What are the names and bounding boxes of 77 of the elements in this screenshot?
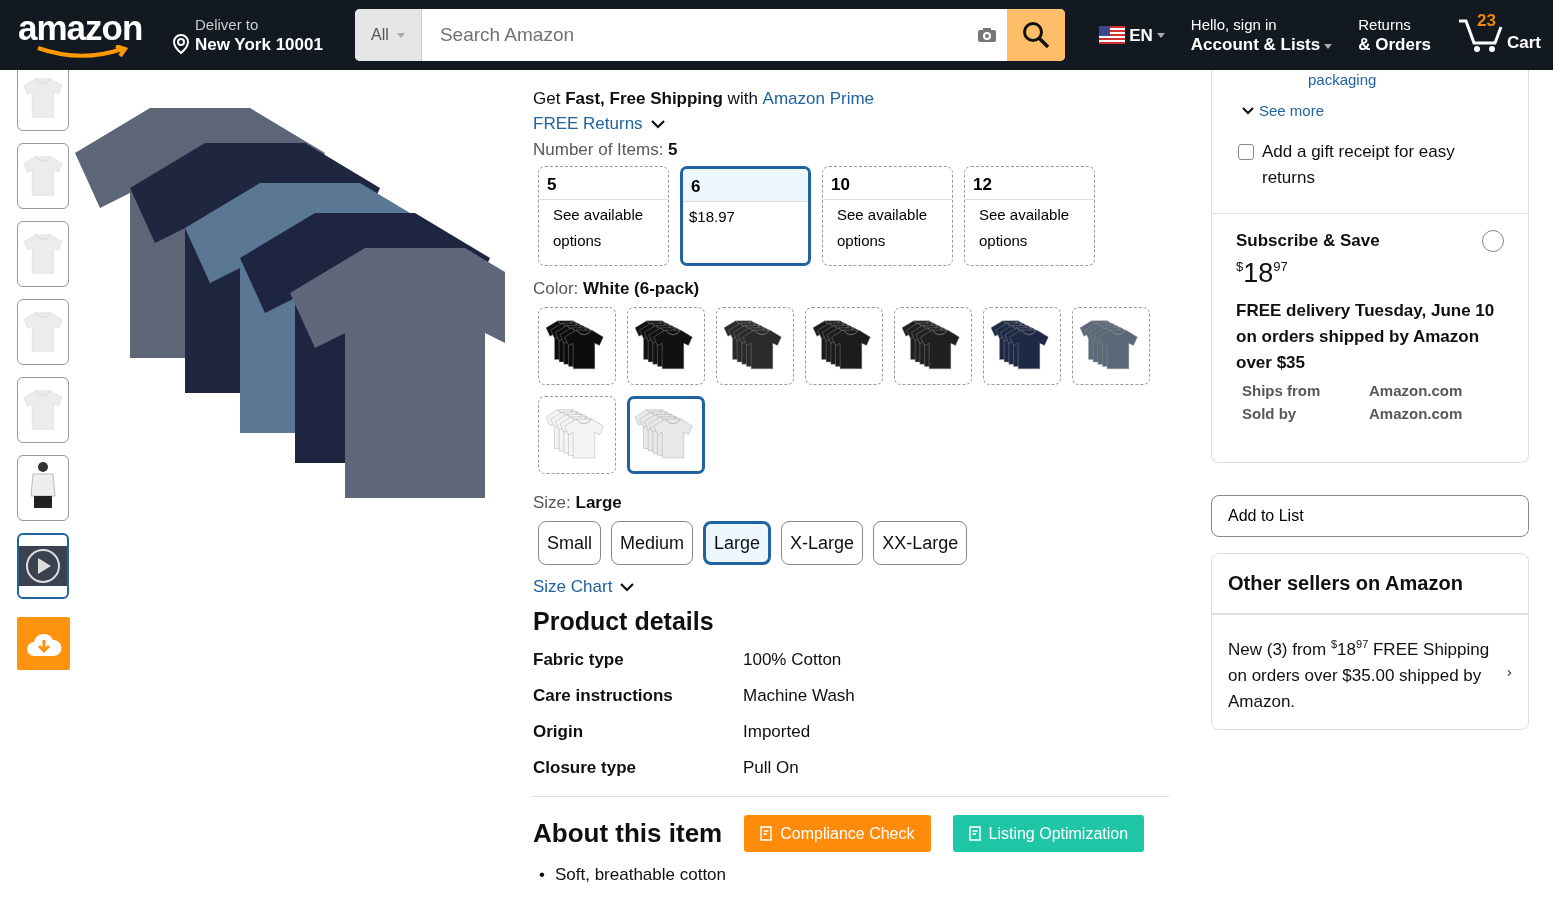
chevron-down-icon xyxy=(1242,106,1254,115)
color-swatch[interactable] xyxy=(627,307,705,385)
cart-count: 23 xyxy=(1477,11,1496,31)
quantity-option[interactable]: 5 See available options xyxy=(538,166,669,266)
account-menu[interactable]: Hello, sign in Account & Lists xyxy=(1190,15,1333,55)
feature-bullet: Soft, breathable cotton xyxy=(554,864,726,886)
number-of-items-label: Number of Items: 5 xyxy=(533,139,679,161)
chevron-down-icon xyxy=(620,582,635,592)
location-pin-icon xyxy=(171,32,191,55)
size-option[interactable]: XX-Large xyxy=(873,521,968,565)
color-swatch[interactable] xyxy=(627,396,705,474)
color-swatch[interactable] xyxy=(1072,307,1150,385)
size-option[interactable]: Large xyxy=(703,521,772,565)
detail-value: Pull On xyxy=(743,758,800,779)
returns-orders-link[interactable]: Returns & Orders xyxy=(1358,15,1431,55)
color-label: Color: White (6-pack) xyxy=(533,278,701,300)
color-swatch[interactable] xyxy=(716,307,794,385)
size-chart-link[interactable]: Size Chart xyxy=(533,577,1173,597)
size-option[interactable]: Small xyxy=(538,521,601,565)
quantity-option[interactable]: 6 $18.97 xyxy=(680,166,811,266)
detail-value: 100% Cotton xyxy=(743,650,843,671)
detail-name: Care instructions xyxy=(533,686,674,707)
prime-link[interactable]: Amazon Prime xyxy=(762,86,875,111)
chevron-down-icon xyxy=(650,119,665,129)
thumbnail[interactable] xyxy=(17,533,69,599)
seller-offer: New (3) from $^{$}$18$^{97}$ FREE Shipping on orders over $35.00 shipped by Amazon. xyxy=(1228,637,1491,713)
subscribe-title: Subscribe & Save xyxy=(1236,231,1380,251)
detail-name: Fabric type xyxy=(533,650,625,671)
thumbnail[interactable] xyxy=(17,221,69,287)
section-heading: About this item xyxy=(533,818,723,849)
size-option[interactable]: Medium xyxy=(611,521,694,565)
color-swatch[interactable] xyxy=(805,307,883,385)
flag-icon xyxy=(1099,26,1126,44)
thumbnail[interactable] xyxy=(17,143,69,209)
info-label: Sold by xyxy=(1242,405,1298,422)
info-label: Ships from xyxy=(1242,382,1322,399)
language-selector[interactable]: EN xyxy=(1099,24,1165,46)
delivery-location[interactable]: New York 10001 xyxy=(195,33,323,55)
thumbnail[interactable] xyxy=(17,299,69,365)
camera-icon[interactable] xyxy=(977,27,998,43)
info-value: Amazon.com xyxy=(1369,405,1464,422)
smile-arrow-icon xyxy=(36,45,131,59)
detail-value: Imported xyxy=(743,722,812,743)
packaging-link[interactable]: packaging xyxy=(1212,70,1528,90)
play-video-icon xyxy=(19,546,67,586)
category-dropdown[interactable]: All xyxy=(354,9,422,61)
detail-name: Origin xyxy=(533,722,585,743)
color-swatch[interactable] xyxy=(538,307,616,385)
quantity-option[interactable]: 10 See available options xyxy=(822,166,953,266)
size-option[interactable]: X-Large xyxy=(781,521,864,565)
see-more-link[interactable]: See more xyxy=(1242,102,1325,119)
search-button[interactable] xyxy=(1007,9,1066,61)
bullet-marker: • xyxy=(539,864,545,886)
thumbnail[interactable] xyxy=(17,377,69,443)
deliver-label: Deliver to xyxy=(195,15,260,34)
add-to-list-button[interactable]: Add to List xyxy=(1211,495,1529,537)
size-label: Size: Large xyxy=(533,492,623,514)
color-swatch[interactable] xyxy=(538,396,616,474)
detail-value: Machine Wash xyxy=(743,686,856,707)
search-field[interactable]: Search Amazon xyxy=(421,9,1008,61)
document-icon xyxy=(760,826,775,841)
thumbnail[interactable] xyxy=(17,455,69,521)
delivery-message: FREE delivery Tuesday, June 10 on orders shipped by Amazon over $35 xyxy=(1236,300,1496,374)
thumbnail[interactable] xyxy=(17,70,69,131)
other-sellers-title: Other sellers on Amazon xyxy=(1212,554,1528,615)
detail-name: Closure type xyxy=(533,758,637,779)
color-swatch[interactable] xyxy=(983,307,1061,385)
search-icon xyxy=(1022,21,1051,49)
color-swatch[interactable] xyxy=(894,307,972,385)
info-value: Amazon.com xyxy=(1369,382,1464,399)
section-heading: Product details xyxy=(533,607,715,636)
gift-receipt-checkbox[interactable]: Add a gift receipt for easy returns xyxy=(1238,139,1488,191)
shipping-offer: Get Fast, Free Shipping with Amazon Prime xyxy=(533,86,1173,111)
document-icon xyxy=(968,826,983,841)
quantity-option[interactable]: 12 See available options xyxy=(964,166,1095,266)
amazon-logo[interactable]: amazon xyxy=(18,11,153,59)
free-returns-link[interactable]: FREE Returns xyxy=(533,111,1173,137)
